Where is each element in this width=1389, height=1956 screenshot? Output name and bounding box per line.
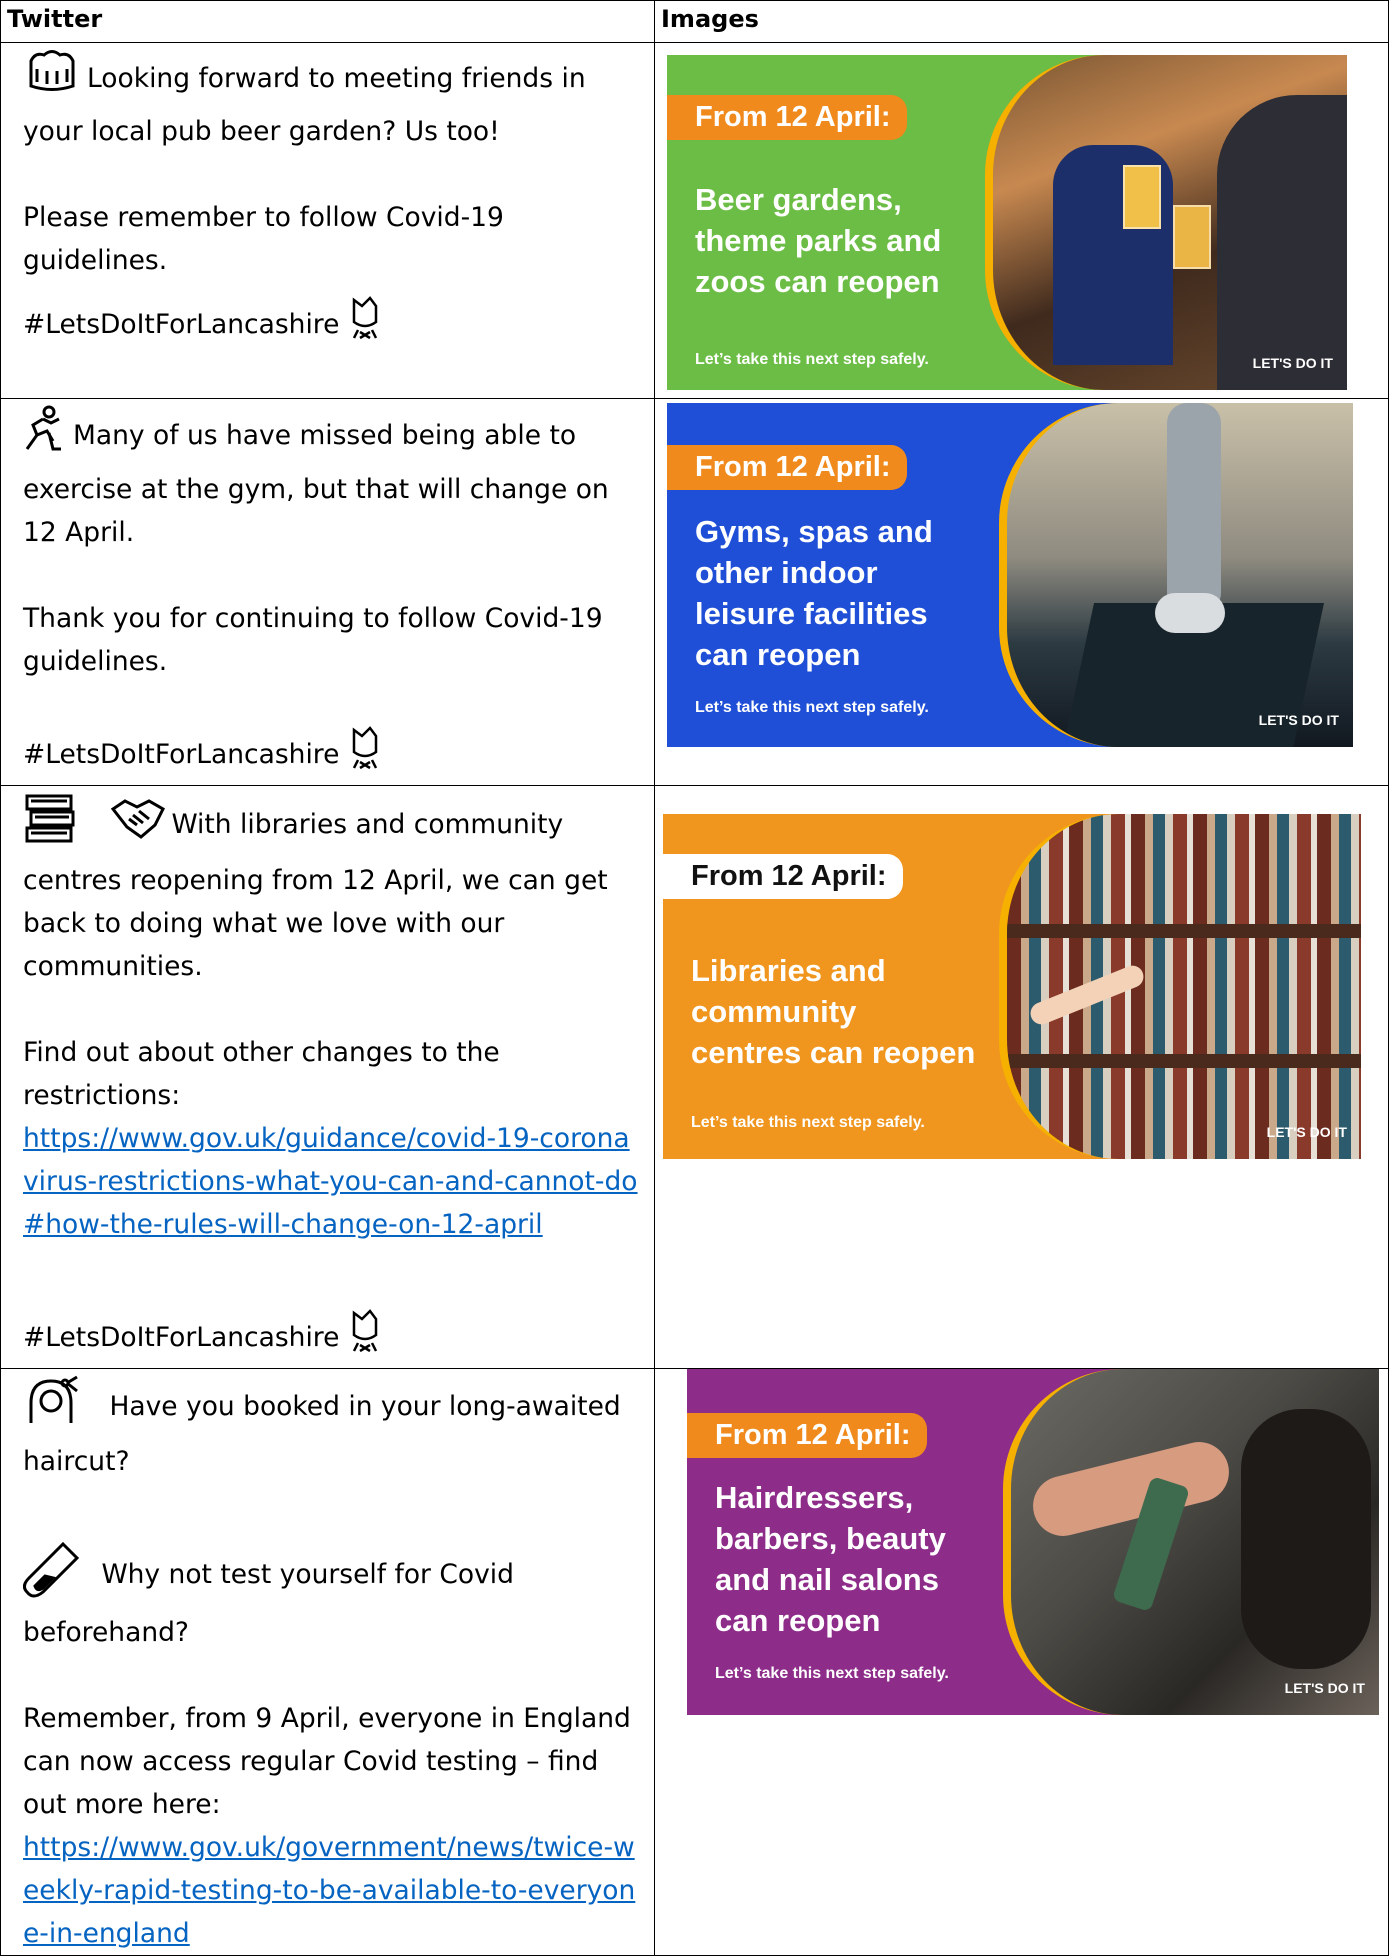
tweet-text: Looking forward to meeting friends in yo… — [23, 63, 586, 147]
tweet-text: Thank you for continuing to follow Covid… — [23, 603, 603, 677]
testing-link[interactable]: https://www.gov.uk/government/news/twice… — [23, 1832, 635, 1949]
tweet-text: Why not test yourself for Covid beforeha… — [23, 1559, 514, 1648]
banner-heading: Beer gardens, theme parks and zoos can r… — [695, 182, 942, 299]
hashtag: #LetsDoItForLancashire — [23, 309, 340, 340]
lets-do-it-badge: LET'S DO IT — [1284, 1680, 1365, 1696]
tagline: Let’s take this next step safely. — [695, 351, 929, 368]
banner-image: From 12 April: Hairdressers, barbers, be… — [687, 1369, 1379, 1715]
tagline: Let’s take this next step safely. — [691, 1114, 925, 1131]
image-cell: From 12 April: Beer gardens, theme parks… — [654, 42, 1389, 399]
tweet-text: Many of us have missed being able to exe… — [23, 420, 609, 548]
content-table: Twitter Images Looking forward to meetin… — [0, 0, 1389, 1956]
tweet-cell: Many of us have missed being able to exe… — [0, 398, 655, 786]
date-pill: From 12 April: — [667, 445, 907, 490]
image-cell: From 12 April: Libraries and community c… — [654, 785, 1389, 1369]
tweet-text: Remember, from 9 April, everyone in Engl… — [23, 1703, 631, 1820]
banner-image: From 12 April: Gyms, spas and other indo… — [667, 403, 1353, 747]
pub-photo — [985, 55, 1347, 390]
banner-heading: Hairdressers, barbers, beauty and nail s… — [715, 1480, 946, 1638]
runner-icon — [23, 405, 67, 468]
images-column-header: Images — [654, 0, 1389, 43]
handshake-icon — [111, 797, 166, 854]
lancashire-rose-icon — [348, 296, 382, 355]
tweet-cell: Have you booked in your long-awaited hai… — [0, 1368, 655, 1956]
date-pill: From 12 April: — [687, 1413, 927, 1458]
tagline: Let’s take this next step safely. — [715, 1665, 949, 1682]
tweet-text: Have you booked in your long-awaited hai… — [23, 1391, 621, 1477]
date-pill: From 12 April: — [667, 95, 907, 140]
banner-heading: Libraries and community centres can reop… — [691, 953, 976, 1070]
tweet-text: Find out about other changes to the rest… — [23, 1037, 500, 1111]
image-cell: From 12 April: Gyms, spas and other indo… — [654, 398, 1389, 786]
books-icon — [23, 792, 77, 859]
lancashire-rose-icon — [348, 1309, 382, 1368]
header-row: Twitter Images — [0, 0, 1389, 43]
hairdresser-icon — [23, 1375, 81, 1440]
image-cell: From 12 April: Hairdressers, barbers, be… — [654, 1368, 1389, 1956]
table-row: Many of us have missed being able to exe… — [0, 398, 1389, 786]
banner-heading: Gyms, spas and other indoor leisure faci… — [695, 514, 933, 672]
table-row: Looking forward to meeting friends in yo… — [0, 42, 1389, 399]
hashtag: #LetsDoItForLancashire — [23, 1322, 340, 1353]
date-pill: From 12 April: — [663, 854, 903, 899]
twitter-column-header: Twitter — [0, 0, 655, 43]
test-tube-icon — [22, 1540, 81, 1611]
haircut-photo — [1003, 1369, 1379, 1715]
tweet-cell: With libraries and community centres reo… — [0, 785, 655, 1369]
treadmill-photo — [999, 403, 1353, 747]
banner-image: From 12 April: Libraries and community c… — [663, 814, 1361, 1159]
tweet-cell: Looking forward to meeting friends in yo… — [0, 42, 655, 399]
table-row: With libraries and community centres reo… — [0, 785, 1389, 1369]
restrictions-link[interactable]: https://www.gov.uk/guidance/covid-19-cor… — [23, 1123, 638, 1240]
lets-do-it-badge: LET'S DO IT — [1266, 1124, 1347, 1140]
beer-mugs-icon — [23, 49, 81, 110]
tagline: Let’s take this next step safely. — [695, 699, 929, 716]
hashtag: #LetsDoItForLancashire — [23, 739, 340, 770]
library-photo — [999, 814, 1361, 1159]
tweet-text: Please remember to follow Covid-19 guide… — [23, 202, 504, 276]
lancashire-rose-icon — [348, 726, 382, 785]
banner-image: From 12 April: Beer gardens, theme parks… — [667, 55, 1347, 390]
lets-do-it-badge: LET'S DO IT — [1258, 712, 1339, 728]
lets-do-it-badge: LET'S DO IT — [1252, 355, 1333, 371]
table-row: Have you booked in your long-awaited hai… — [0, 1368, 1389, 1956]
